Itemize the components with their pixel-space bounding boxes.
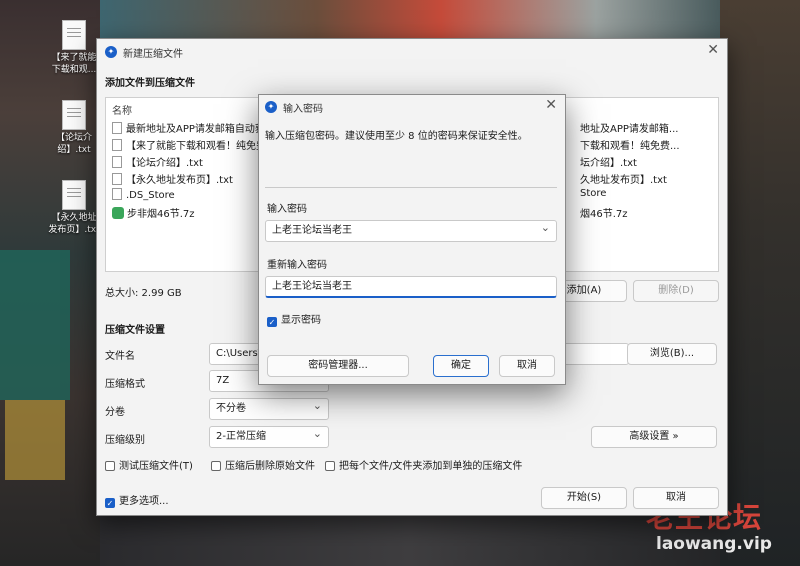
password-dialog: ✦ 输入密码 ✕ 输入压缩包密码。建议使用至少 8 位的密码来保证安全性。 输入…: [258, 94, 566, 385]
filename-label: 文件名: [105, 351, 135, 362]
desktop-icon-label: 【永久地址 发布页】.txt: [48, 213, 100, 235]
checkbox-label: 测试压缩文件(T): [119, 461, 193, 472]
add-files-heading: 添加文件到压缩文件: [105, 78, 195, 89]
list-item-right: 下载和观看！纯免费...: [580, 141, 680, 152]
settings-heading: 压缩文件设置: [105, 325, 165, 336]
level-label: 压缩级别: [105, 435, 145, 446]
password-dialog-title: 输入密码: [283, 104, 323, 115]
file-name: 【永久地址发布页】.txt: [126, 175, 233, 186]
password-label: 输入密码: [267, 204, 307, 215]
checkbox-label: 显示密码: [281, 315, 321, 326]
file-name: 【论坛介绍】.txt: [126, 158, 203, 169]
list-item[interactable]: 【论坛介绍】.txt: [112, 154, 203, 170]
list-item-right: 久地址发布页】.txt: [580, 175, 667, 186]
file-icon: [112, 139, 122, 151]
list-item-right: 坛介绍】.txt: [580, 158, 637, 169]
start-button[interactable]: 开始(S): [541, 487, 627, 509]
file-icon: [112, 156, 122, 168]
close-icon[interactable]: ✕: [707, 42, 719, 58]
checkbox-checked-icon: ✓: [105, 498, 115, 508]
password-cancel-button[interactable]: 取消: [499, 355, 555, 377]
wallpaper-top: [100, 0, 720, 42]
dialog-titlebar: ✦ 新建压缩文件 ✕: [97, 39, 727, 65]
desktop-icon-intro[interactable]: 【论坛介 绍】.txt: [46, 100, 102, 156]
app-logo-icon: ✦: [265, 101, 277, 113]
watermark-url: laowang.vip: [656, 534, 772, 554]
checkbox-box: [211, 461, 221, 471]
delete-button[interactable]: 删除(D): [633, 280, 719, 302]
checkbox-box: [105, 461, 115, 471]
desktop-icon-label: 【来了就能 下载和观...: [51, 53, 97, 75]
show-password-checkbox[interactable]: ✓ 显示密码: [267, 311, 321, 327]
desktop-icon-label: 【论坛介 绍】.txt: [55, 133, 92, 155]
file-icon: [112, 188, 122, 200]
confirm-password-input[interactable]: 上老王论坛当老王: [265, 276, 557, 298]
checkbox-label: 把每个文件/文件夹添加到单独的压缩文件: [339, 461, 523, 472]
each-separate-checkbox[interactable]: 把每个文件/文件夹添加到单独的压缩文件: [325, 457, 522, 472]
list-item-right: 地址及APP请发邮箱...: [580, 124, 679, 135]
checkbox-label: 更多选项...: [119, 496, 169, 507]
checkbox-label: 压缩后删除原始文件: [225, 461, 315, 472]
desktop-icon-download[interactable]: 【来了就能 下载和观...: [46, 20, 102, 76]
list-item[interactable]: 【永久地址发布页】.txt: [112, 171, 233, 187]
list-item[interactable]: 步非烟46节.7z: [112, 205, 195, 221]
split-label: 分卷: [105, 407, 125, 418]
total-size: 总大小: 2.99 GB: [105, 288, 182, 299]
text-file-icon: [62, 20, 86, 50]
file-icon: [112, 173, 122, 185]
file-icon: [112, 122, 122, 134]
dialog-title: 新建压缩文件: [123, 49, 183, 60]
confirm-password-label: 重新输入密码: [267, 260, 327, 271]
checkbox-box: [325, 461, 335, 471]
browse-button[interactable]: 浏览(B)...: [627, 343, 717, 365]
wallpaper-bottom: [100, 514, 720, 566]
list-item[interactable]: 【来了就能下载和观看！纯免费: [112, 137, 266, 153]
password-input[interactable]: 上老王论坛当老王: [265, 220, 557, 242]
close-icon[interactable]: ✕: [545, 97, 557, 113]
archive-icon: [112, 207, 124, 219]
more-options-checkbox[interactable]: ✓ 更多选项...: [105, 492, 169, 508]
file-name: 步非烟46节.7z: [127, 209, 195, 220]
format-label: 压缩格式: [105, 379, 145, 390]
list-item-right: Store: [580, 188, 607, 199]
checkbox-checked-icon: ✓: [267, 317, 277, 327]
wallpaper-billboard: [0, 250, 70, 400]
cancel-button[interactable]: 取消: [633, 487, 719, 509]
ok-button[interactable]: 确定: [433, 355, 489, 377]
divider: [265, 187, 557, 188]
text-file-icon: [62, 180, 86, 210]
file-name: .DS_Store: [126, 190, 175, 201]
file-name: 【来了就能下载和观看！纯免费: [126, 141, 266, 152]
list-item-right: 烟46节.7z: [580, 209, 628, 220]
delete-after-checkbox[interactable]: 压缩后删除原始文件: [211, 457, 315, 472]
list-item[interactable]: .DS_Store: [112, 188, 175, 204]
level-select[interactable]: 2-正常压缩: [209, 426, 329, 448]
column-header-name[interactable]: 名称: [112, 102, 132, 117]
app-logo-icon: ✦: [105, 46, 117, 58]
split-select[interactable]: 不分卷: [209, 398, 329, 420]
test-archive-checkbox[interactable]: 测试压缩文件(T): [105, 457, 193, 472]
list-item[interactable]: 最新地址及APP请发邮箱自动获: [112, 120, 265, 136]
wallpaper-billboard-2: [5, 400, 65, 480]
password-manager-button[interactable]: 密码管理器...: [267, 355, 409, 377]
advanced-settings-button[interactable]: 高级设置 »: [591, 426, 717, 448]
file-name: 最新地址及APP请发邮箱自动获: [126, 124, 265, 135]
desktop-icon-address[interactable]: 【永久地址 发布页】.txt: [46, 180, 102, 236]
wallpaper-right: [720, 0, 800, 566]
password-info-text: 输入压缩包密码。建议使用至少 8 位的密码来保证安全性。: [265, 131, 528, 142]
text-file-icon: [62, 100, 86, 130]
